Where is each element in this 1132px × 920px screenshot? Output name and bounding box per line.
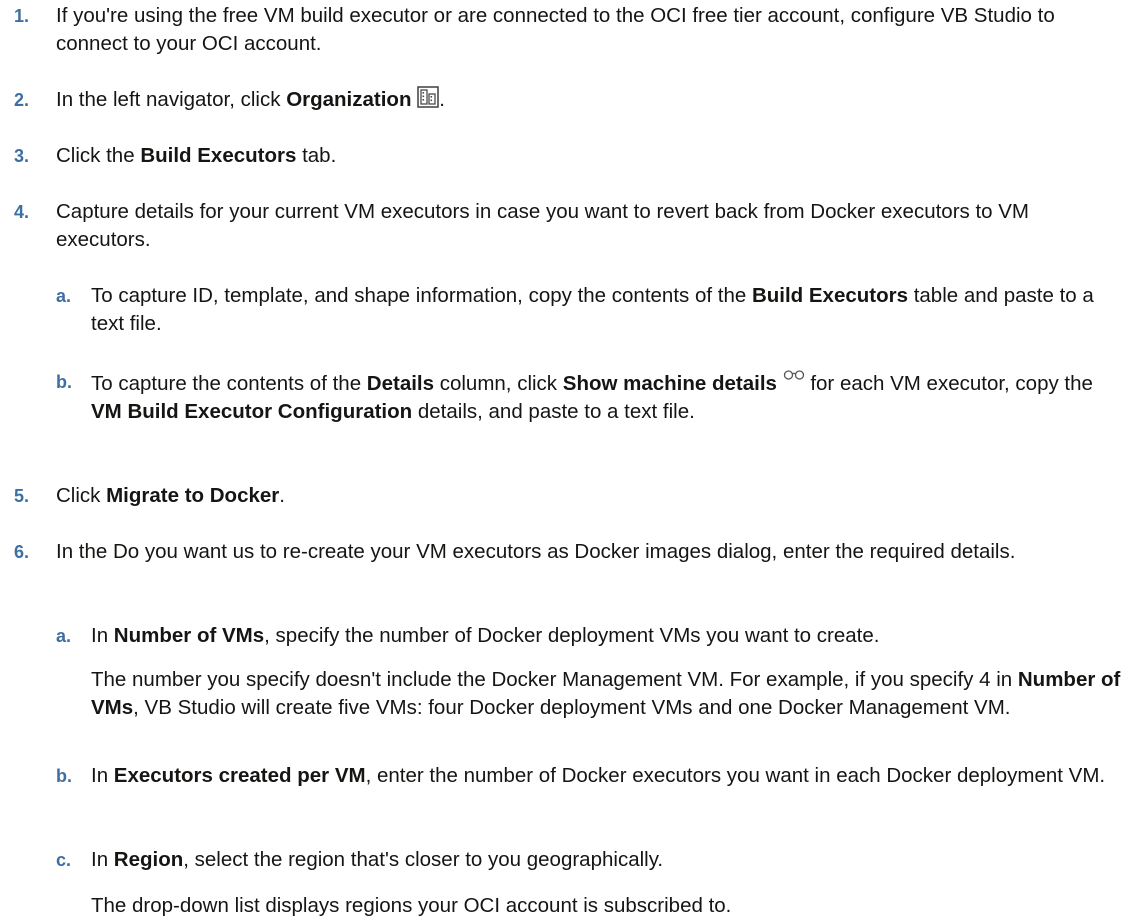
step-text: Click Migrate to Docker. bbox=[56, 482, 1124, 510]
executors-created-per-vm-label: Executors created per VM bbox=[113, 764, 366, 787]
substep-6a-note: The number you specify doesn't include t… bbox=[91, 666, 1126, 722]
substep-text: In Region, select the region that's clos… bbox=[91, 846, 1124, 874]
step-text-part: for each VM executor, copy the bbox=[804, 372, 1093, 395]
substep-letter: b. bbox=[56, 372, 72, 392]
substep-6c: c. In Region, select the region that's c… bbox=[56, 846, 1124, 874]
step-1: 1. If you're using the free VM build exe… bbox=[14, 2, 1124, 58]
substep-text: To capture ID, template, and shape infor… bbox=[91, 282, 1124, 338]
organization-label: Organization bbox=[286, 88, 412, 111]
step-text-part: In the left navigator, click bbox=[56, 88, 287, 111]
step-text-part: , VB Studio will create five VMs: four D… bbox=[133, 696, 1011, 719]
substep-text: In Number of VMs, specify the number of … bbox=[91, 622, 1124, 650]
substep-letter: a. bbox=[56, 286, 72, 306]
substep-6c-note: The drop-down list displays regions your… bbox=[91, 894, 732, 917]
details-label: Details bbox=[366, 372, 435, 395]
step-text: In the Do you want us to re-create your … bbox=[56, 540, 1016, 563]
substep-6a: a. In Number of VMs, specify the number … bbox=[56, 622, 1124, 650]
step-number: 3. bbox=[14, 146, 30, 166]
step-text-part: , select the region that's closer to you… bbox=[183, 848, 664, 871]
substep-4a: a. To capture ID, template, and shape in… bbox=[56, 282, 1124, 338]
step-3: 3. Click the Build Executors tab. bbox=[14, 142, 1124, 170]
step-text-part: In bbox=[91, 764, 114, 787]
step-text-part: , enter the number of Docker executors y… bbox=[365, 764, 1106, 787]
glasses-icon bbox=[783, 370, 804, 380]
step-text-part: Click the bbox=[56, 144, 141, 167]
step-text-part: column, click bbox=[434, 372, 563, 395]
step-text-part: . bbox=[279, 484, 285, 507]
step-text-part: Click bbox=[56, 484, 107, 507]
step-text-part: In bbox=[91, 624, 114, 647]
show-machine-details-label: Show machine details bbox=[562, 372, 777, 395]
substep-text: In Executors created per VM, enter the n… bbox=[91, 762, 1124, 790]
step-number: 2. bbox=[14, 90, 30, 110]
step-text-part: To capture ID, template, and shape infor… bbox=[91, 284, 752, 307]
building-icon bbox=[417, 86, 439, 108]
number-of-vms-label: Number of VMs bbox=[113, 624, 265, 647]
build-executors-label: Build Executors bbox=[751, 284, 909, 307]
step-number: 6. bbox=[14, 542, 30, 562]
step-text-part: details, and paste to a text file. bbox=[412, 400, 695, 423]
step-text-part: In bbox=[91, 848, 114, 871]
step-2: 2. In the left navigator, click Organiza… bbox=[14, 86, 1124, 114]
migrate-to-docker-label: Migrate to Docker bbox=[106, 484, 280, 507]
vm-build-executor-configuration-label: VM Build Executor Configuration bbox=[91, 400, 413, 423]
step-number: 1. bbox=[14, 6, 30, 26]
step-text: Click the Build Executors tab. bbox=[56, 142, 1124, 170]
region-label: Region bbox=[113, 848, 184, 871]
substep-letter: a. bbox=[56, 626, 72, 646]
substep-letter: c. bbox=[56, 850, 72, 870]
step-text-part: . bbox=[439, 88, 445, 111]
substep-4b: b. To capture the contents of the Detail… bbox=[56, 368, 1124, 426]
step-text: Capture details for your current VM exec… bbox=[56, 200, 1030, 251]
step-text-part: tab. bbox=[296, 144, 337, 167]
step-6: 6. In the Do you want us to re-create yo… bbox=[14, 538, 1124, 566]
document-body: 1. If you're using the free VM build exe… bbox=[0, 0, 1132, 919]
step-5: 5. Click Migrate to Docker. bbox=[14, 482, 1124, 510]
step-text-part: To capture the contents of the bbox=[91, 372, 367, 395]
step-number: 4. bbox=[14, 202, 30, 222]
substep-text: To capture the contents of the Details c… bbox=[91, 368, 1124, 426]
step-text-part: , specify the number of Docker deploymen… bbox=[264, 624, 880, 647]
substep-6b: b. In Executors created per VM, enter th… bbox=[56, 762, 1124, 790]
step-text: In the left navigator, click Organizatio… bbox=[56, 86, 1124, 114]
step-text: If you're using the free VM build execut… bbox=[56, 4, 1055, 55]
substep-letter: b. bbox=[56, 766, 72, 786]
build-executors-label: Build Executors bbox=[140, 144, 297, 167]
step-number: 5. bbox=[14, 486, 30, 506]
step-4: 4. Capture details for your current VM e… bbox=[14, 198, 1124, 254]
step-text-part: The number you specify doesn't include t… bbox=[91, 668, 1018, 691]
